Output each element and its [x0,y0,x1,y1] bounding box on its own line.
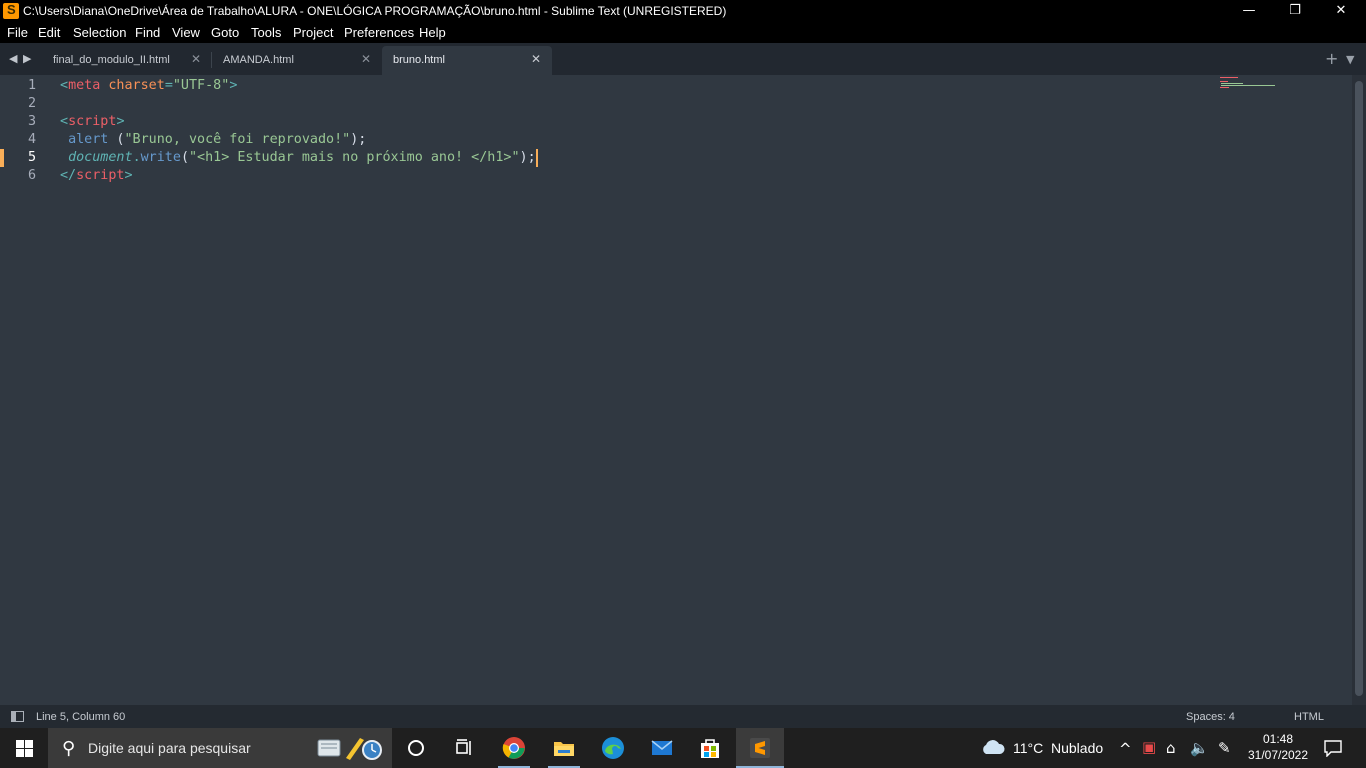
task-view-button[interactable] [440,728,488,768]
notifications-icon[interactable] [1323,739,1343,757]
minimize-button[interactable]: — [1226,0,1272,23]
line-number: 1 [27,78,36,93]
store-bag-icon [701,739,719,758]
menu-bar: File Edit Selection Find View Goto Tools… [0,23,1366,43]
tab-final-do-modulo[interactable]: final_do_modulo_II.html ✕ [42,46,210,75]
menu-help[interactable]: Help [419,25,446,40]
weather-description[interactable]: Nublado [1051,740,1103,756]
acrobat-tray-icon[interactable]: ▣ [1142,738,1156,756]
clock-time: 01:48 [1262,732,1294,746]
maximize-button[interactable]: ❐ [1272,0,1318,23]
search-icon: ⚲ [62,738,76,759]
line-number-current: 5 [0,149,50,167]
window-title: C:\Users\Diana\OneDrive\Área de Trabalho… [23,4,727,18]
network-icon[interactable]: ⌂ [1166,739,1176,757]
code-line-6[interactable]: </script> [60,167,133,185]
new-tab-plus-icon[interactable]: + [1325,49,1338,68]
task-view-icon [456,739,471,755]
menu-file[interactable]: File [7,25,28,40]
vertical-scrollbar[interactable] [1352,75,1366,705]
menu-project[interactable]: Project [293,25,333,40]
tab-amanda[interactable]: AMANDA.html ✕ [212,46,380,75]
line-number: 4 [27,132,36,147]
folder-icon [554,742,574,756]
edge-icon [602,737,624,759]
sublime-logo-icon [3,2,19,19]
show-hidden-icons-chevron-icon[interactable]: ^ [1119,740,1132,758]
code-line-3[interactable]: <script> [60,113,125,131]
code-editor[interactable]: 1 2 3 4 5 6 <meta charset="UTF-8"> <scri… [0,75,1352,705]
menu-edit[interactable]: Edit [38,25,60,40]
tab-list-dropdown-icon[interactable]: ▼ [1346,53,1354,66]
windows-taskbar: ⚲ Digite aqui para pesquisar 11°C Nublad… [0,728,1366,768]
pen-ink-icon[interactable]: ✎ [1218,739,1231,757]
menu-tools[interactable]: Tools [251,25,281,40]
taskbar-store[interactable] [686,728,734,768]
search-placeholder: Digite aqui para pesquisar [88,740,251,756]
toggle-panel-icon[interactable] [11,711,24,722]
cortana-circle-icon [408,740,424,756]
code-line-5[interactable]: document.write("<h1> Estudar mais no pró… [60,149,538,167]
menu-selection[interactable]: Selection [73,25,126,40]
chrome-icon [502,737,525,759]
taskbar-file-explorer[interactable] [540,728,588,768]
tab-label: AMANDA.html [223,54,294,66]
taskbar-mail[interactable] [638,728,686,768]
menu-goto[interactable]: Goto [211,25,239,40]
menu-find[interactable]: Find [135,25,160,40]
indentation-setting[interactable]: Spaces: 4 [1186,711,1235,723]
tab-label: bruno.html [393,54,445,66]
line-number: 3 [27,114,36,129]
menu-view[interactable]: View [172,25,200,40]
tab-bar: ◀ ▶ final_do_modulo_II.html ✕ AMANDA.htm… [0,43,1366,75]
status-bar: Line 5, Column 60 Spaces: 4 HTML [0,705,1366,728]
close-button[interactable]: ✕ [1318,0,1364,23]
volume-icon[interactable]: 🔈 [1190,739,1209,757]
weather-temperature[interactable]: 11°C [1013,740,1043,756]
tab-close-icon[interactable]: ✕ [531,52,541,66]
clock-date: 31/07/2022 [1247,748,1309,762]
tab-close-icon[interactable]: ✕ [191,52,201,66]
syntax-selector[interactable]: HTML [1294,711,1324,723]
cloud-weather-icon [983,740,1005,754]
code-line-1[interactable]: <meta charset="UTF-8"> [60,77,237,95]
title-bar: C:\Users\Diana\OneDrive\Área de Trabalho… [0,0,1366,23]
code-line-4[interactable]: alert ("Bruno, você foi reprovado!"); [60,131,366,149]
taskbar-chrome[interactable] [490,728,538,768]
menu-preferences[interactable]: Preferences [344,25,414,40]
tab-bruno[interactable]: bruno.html ✕ [382,46,552,75]
taskbar-sublime-text[interactable] [736,728,784,768]
minimap[interactable] [1218,76,1278,90]
windows-start-icon[interactable] [0,728,48,768]
line-number: 6 [27,168,36,183]
text-cursor [535,149,538,167]
tab-forward-arrow-icon[interactable]: ▶ [23,52,31,65]
clock[interactable]: 01:48 31/07/2022 [1240,731,1316,763]
search-highlight-illustration-icon [317,738,382,760]
tab-close-icon[interactable]: ✕ [361,52,371,66]
taskbar-search-box[interactable]: ⚲ Digite aqui para pesquisar [48,728,392,768]
cortana-button[interactable] [392,728,440,768]
line-number: 2 [27,96,36,111]
cursor-position: Line 5, Column 60 [36,711,126,723]
sublime-text-icon [750,738,770,758]
taskbar-edge[interactable] [589,728,637,768]
tab-label: final_do_modulo_II.html [53,54,170,66]
scrollbar-thumb[interactable] [1355,81,1363,696]
mail-icon [651,740,673,755]
tab-back-arrow-icon[interactable]: ◀ [9,52,17,65]
